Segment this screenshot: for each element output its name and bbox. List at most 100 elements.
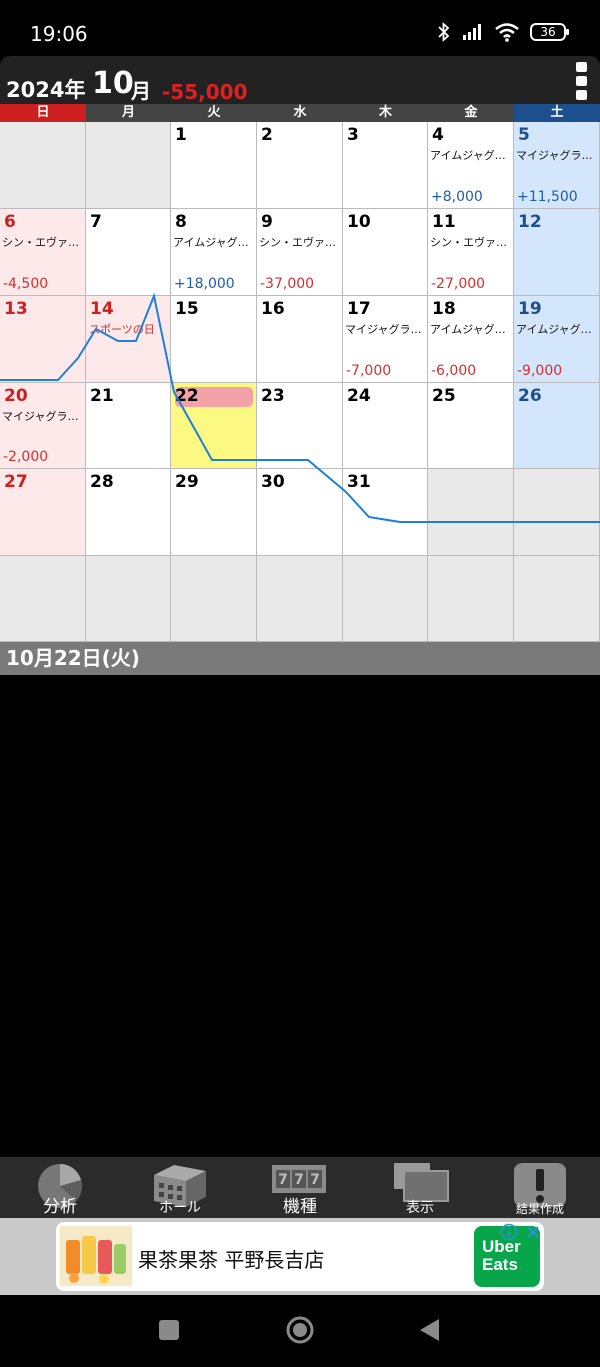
holiday-label: スポーツの日 (89, 323, 155, 336)
day-cell[interactable]: 13 (0, 296, 86, 383)
day-number: 18 (432, 299, 456, 319)
weekday-label: 火 (171, 104, 257, 122)
display-label: 表示 (406, 1200, 434, 1216)
day-cell[interactable]: 26 (514, 383, 600, 469)
uber-eats-line2: Eats (482, 1255, 518, 1274)
day-number: 13 (4, 299, 28, 319)
analysis-button[interactable]: 分析 (0, 1157, 120, 1218)
day-number: 31 (347, 472, 371, 492)
daily-result: -6,000 (431, 363, 477, 379)
status-bar: 19:06 36 (0, 0, 600, 56)
create-result-label: 結果作成 (515, 1202, 564, 1216)
day-number: 21 (90, 386, 114, 406)
recents-button[interactable] (157, 1318, 181, 1342)
day-number: 8 (175, 212, 187, 232)
display-button[interactable]: 表示 (360, 1157, 480, 1218)
day-cell[interactable]: 5 マイジャグラ… +11,500 (514, 122, 600, 209)
day-cell[interactable]: 9 シン・エヴァ… -37,000 (257, 209, 343, 296)
day-cell[interactable]: 22 (171, 383, 257, 469)
day-cell[interactable]: 30 (257, 469, 343, 556)
machine-button[interactable]: 7 7 7 機種 (240, 1157, 360, 1218)
day-cell[interactable]: 20 マイジャグラ… -2,000 (0, 383, 86, 469)
day-cell[interactable]: 28 (86, 469, 171, 556)
day-cell[interactable]: 4 アイムジャグ… +8,000 (428, 122, 514, 209)
day-number: 12 (518, 212, 542, 232)
day-cell[interactable]: 3 (343, 122, 428, 209)
day-number: 17 (347, 299, 371, 319)
machine-name: アイムジャグ… (516, 323, 592, 336)
header-year[interactable]: 2024年 (6, 74, 85, 104)
ad-title: 果茶果茶 平野長吉店 (138, 1248, 325, 1272)
day-number: 28 (90, 472, 114, 492)
svg-text:7: 7 (294, 1172, 304, 1188)
day-cell[interactable]: 12 (514, 209, 600, 296)
overflow-menu-button[interactable] (576, 62, 590, 100)
day-cell[interactable]: 31 (343, 469, 428, 556)
header-month[interactable]: 10 (92, 66, 134, 101)
day-number: 22 (175, 386, 199, 406)
weekday-label: 月 (86, 104, 171, 122)
day-cell[interactable]: 11 シン・エヴァ… -27,000 (428, 209, 514, 296)
day-cell[interactable]: 1 (171, 122, 257, 209)
ad-info-icon[interactable] (500, 1223, 518, 1241)
ad-close-icon[interactable] (525, 1224, 541, 1240)
day-number: 25 (432, 386, 456, 406)
day-number: 27 (4, 472, 28, 492)
signal-icon (463, 24, 481, 40)
create-result-button[interactable]: 結果作成 (480, 1157, 600, 1218)
day-cell[interactable]: 29 (171, 469, 257, 556)
day-number: 26 (518, 386, 542, 406)
machine-label: 機種 (283, 1197, 317, 1217)
day-number: 1 (175, 125, 187, 145)
system-nav-bar (0, 1295, 600, 1367)
day-cell[interactable]: 7 (86, 209, 171, 296)
back-button[interactable] (418, 1317, 442, 1343)
daily-result: +8,000 (431, 189, 483, 205)
day-cell[interactable]: 14 スポーツの日 (86, 296, 171, 383)
day-cell[interactable]: 23 (257, 383, 343, 469)
day-cell[interactable]: 16 (257, 296, 343, 383)
day-cell[interactable]: 18 アイムジャグ… -6,000 (428, 296, 514, 383)
battery-level: 36 (540, 25, 556, 39)
day-cell[interactable]: 21 (86, 383, 171, 469)
home-button[interactable] (284, 1314, 316, 1346)
day-cell[interactable]: 2 (257, 122, 343, 209)
weekday-label: 水 (257, 104, 343, 122)
day-cell[interactable]: 15 (171, 296, 257, 383)
day-number: 16 (261, 299, 285, 319)
empty-day-cell (428, 469, 514, 556)
day-cell[interactable]: 27 (0, 469, 86, 556)
day-cell[interactable]: 8 アイムジャグ… +18,000 (171, 209, 257, 296)
empty-day-cell (171, 556, 257, 642)
day-cell[interactable]: 24 (343, 383, 428, 469)
machine-name: アイムジャグ… (430, 323, 506, 336)
bottom-toolbar: 分析 ホール 7 7 7 機種 表示 結果作成 (0, 1157, 600, 1218)
day-cell[interactable]: 6 シン・エヴァ… -4,500 (0, 209, 86, 296)
day-number: 29 (175, 472, 199, 492)
ad-content[interactable]: 果茶果茶 平野長吉店 Uber Eats (56, 1222, 544, 1291)
weekday-label: 木 (343, 104, 428, 122)
menu-dot-icon (576, 62, 587, 72)
empty-day-cell (257, 556, 343, 642)
hall-label: ホール (159, 1200, 201, 1216)
daily-result: +11,500 (517, 189, 578, 205)
weekday-label: 土 (514, 104, 600, 122)
day-number: 3 (347, 125, 359, 145)
day-number: 14 (90, 299, 114, 319)
calendar-header: 2024年 10 月 -55,000 (0, 56, 600, 104)
selected-date-bar: 10月22日(火) (0, 642, 600, 675)
svg-text:7: 7 (310, 1172, 320, 1188)
ad-banner[interactable]: 果茶果茶 平野長吉店 Uber Eats (0, 1218, 600, 1295)
empty-day-cell (514, 556, 600, 642)
day-cell[interactable]: 10 (343, 209, 428, 296)
day-cell[interactable]: 19 アイムジャグ… -9,000 (514, 296, 600, 383)
machine-name: マイジャグラ… (345, 323, 422, 336)
machine-name: マイジャグラ… (516, 149, 593, 162)
day-number: 4 (432, 125, 444, 145)
hall-button[interactable]: ホール (120, 1157, 240, 1218)
wifi-icon (495, 23, 519, 42)
weekday-label: 金 (428, 104, 514, 122)
day-number: 6 (4, 212, 16, 232)
day-cell[interactable]: 25 (428, 383, 514, 469)
day-cell[interactable]: 17 マイジャグラ… -7,000 (343, 296, 428, 383)
